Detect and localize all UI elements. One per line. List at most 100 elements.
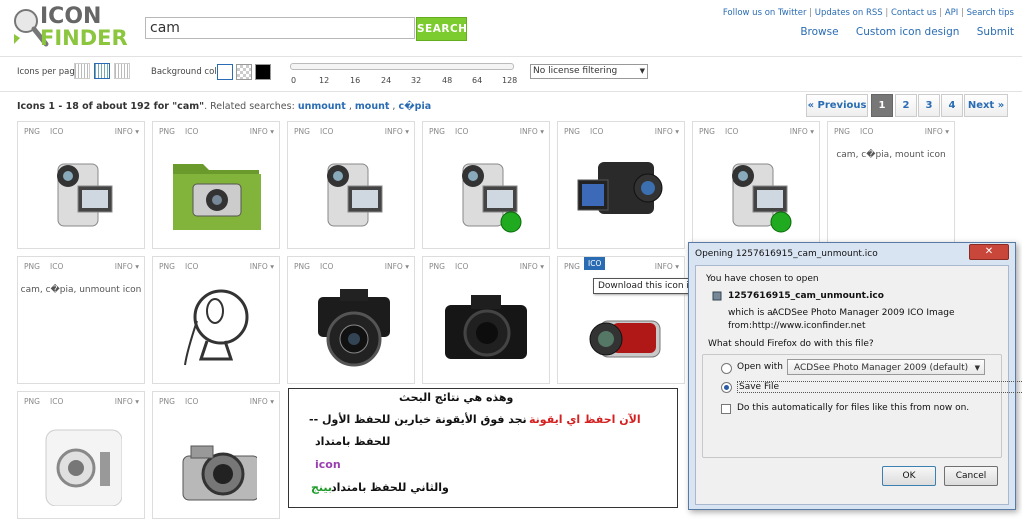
- pager-next[interactable]: Next »: [964, 94, 1008, 117]
- icon-tile[interactable]: PNG ICO INFO ▾: [152, 391, 280, 519]
- search-button[interactable]: SEARCH: [416, 17, 467, 41]
- info-dropdown[interactable]: INFO ▾: [115, 127, 139, 136]
- icon-tile[interactable]: PNG ICO INFO ▾: [287, 121, 415, 249]
- icon-tile[interactable]: PNG ICO INFO ▾ cam, c�pia, unmount icon: [17, 256, 145, 384]
- icon-tile[interactable]: PNG ICO INFO ▾: [17, 391, 145, 519]
- bg-white-swatch[interactable]: [217, 64, 233, 80]
- ico-download-link[interactable]: ICO: [185, 127, 198, 136]
- ico-download-link[interactable]: ICO: [50, 397, 63, 406]
- info-dropdown[interactable]: INFO ▾: [520, 262, 544, 271]
- grid-medium-button[interactable]: [94, 63, 110, 79]
- ico-download-link[interactable]: ICO: [50, 262, 63, 271]
- pager-page-1[interactable]: 1: [871, 94, 893, 117]
- nav-submit[interactable]: Submit: [977, 26, 1014, 38]
- pager-page-3[interactable]: 3: [918, 94, 940, 117]
- nav-browse[interactable]: Browse: [800, 26, 838, 38]
- png-download-link[interactable]: PNG: [294, 262, 310, 271]
- info-dropdown[interactable]: INFO ▾: [385, 127, 409, 136]
- auto-checkbox[interactable]: [721, 404, 731, 414]
- twitter-link[interactable]: Follow us on Twitter: [723, 8, 807, 18]
- size-slider[interactable]: [290, 63, 514, 70]
- icon-tile[interactable]: PNG ICO INFO ▾: [152, 256, 280, 384]
- png-download-link[interactable]: PNG: [294, 127, 310, 136]
- ico-download-link[interactable]: ICO: [185, 262, 198, 271]
- auto-label[interactable]: Do this automatically for files like thi…: [737, 403, 969, 413]
- ico-download-link[interactable]: ICO: [50, 127, 63, 136]
- png-download-link[interactable]: PNG: [159, 262, 175, 271]
- search-input[interactable]: [145, 17, 415, 39]
- api-link[interactable]: API: [945, 8, 958, 18]
- info-dropdown[interactable]: INFO ▾: [250, 262, 274, 271]
- nav-custom-icon-design[interactable]: Custom icon design: [856, 26, 960, 38]
- png-download-link[interactable]: PNG: [24, 262, 40, 271]
- icon-tile[interactable]: PNG ICO INFO ▾: [287, 256, 415, 384]
- dialog-option-group: Open with ACDSee Photo Manager 2009 (def…: [702, 354, 1022, 458]
- png-download-link[interactable]: PNG: [564, 262, 580, 271]
- icon-tile[interactable]: PNG ICO INFO ▾: [422, 121, 550, 249]
- bg-transparent-swatch[interactable]: [236, 64, 252, 80]
- annotation-line-5: والثاني للحفظ بامتداد: [331, 481, 449, 494]
- related-label: . Related searches:: [204, 101, 295, 112]
- info-dropdown[interactable]: INFO ▾: [250, 397, 274, 406]
- info-dropdown[interactable]: INFO ▾: [925, 127, 949, 136]
- pager-previous[interactable]: « Previous: [806, 94, 868, 117]
- cancel-button[interactable]: Cancel: [944, 466, 998, 486]
- pager-page-4[interactable]: 4: [941, 94, 963, 117]
- icon-tile[interactable]: PNG ICO INFO ▾: [17, 121, 145, 249]
- close-icon[interactable]: ✕: [969, 244, 1009, 260]
- contact-link[interactable]: Contact us: [891, 8, 937, 18]
- ico-download-link[interactable]: ICO: [185, 397, 198, 406]
- ico-download-link[interactable]: ICO: [320, 127, 333, 136]
- open-with-app-select[interactable]: ACDSee Photo Manager 2009 (default) ▼: [787, 359, 985, 375]
- info-dropdown[interactable]: INFO ▾: [115, 397, 139, 406]
- png-download-link[interactable]: PNG: [834, 127, 850, 136]
- png-download-link[interactable]: PNG: [24, 397, 40, 406]
- info-dropdown[interactable]: INFO ▾: [385, 262, 409, 271]
- iconfinder-logo[interactable]: ICON FINDER: [10, 4, 130, 52]
- info-dropdown[interactable]: INFO ▾: [115, 262, 139, 271]
- png-download-link[interactable]: PNG: [429, 262, 445, 271]
- save-file-label[interactable]: Save File: [737, 381, 1022, 393]
- icon-alt-text: cam, c�pia, unmount icon: [20, 285, 142, 295]
- ico-download-link[interactable]: ICO: [320, 262, 333, 271]
- annotation-box: وهذه هي نتائج البحث الآن احفظ اي ايقونة …: [288, 388, 678, 508]
- ico-download-link[interactable]: ICO: [860, 127, 873, 136]
- png-download-link[interactable]: PNG: [159, 397, 175, 406]
- related-search-unmount[interactable]: unmount: [298, 101, 346, 112]
- ico-download-link[interactable]: ICO: [584, 257, 606, 270]
- license-filter-select[interactable]: No license filtering ▼: [530, 64, 648, 79]
- open-with-label[interactable]: Open with: [737, 362, 783, 372]
- png-download-link[interactable]: PNG: [159, 127, 175, 136]
- png-download-link[interactable]: PNG: [429, 127, 445, 136]
- icon-tile[interactable]: PNG ICO INFO ▾: [557, 256, 685, 384]
- related-search-mount[interactable]: mount: [355, 101, 390, 112]
- info-dropdown[interactable]: INFO ▾: [655, 127, 679, 136]
- png-download-link[interactable]: PNG: [24, 127, 40, 136]
- ok-button[interactable]: OK: [882, 466, 936, 486]
- icon-tile[interactable]: PNG ICO INFO ▾: [692, 121, 820, 249]
- ico-download-link[interactable]: ICO: [590, 127, 603, 136]
- open-with-radio[interactable]: [721, 363, 732, 374]
- info-dropdown[interactable]: INFO ▾: [655, 262, 679, 271]
- grid-large-button[interactable]: [114, 63, 130, 79]
- rss-link[interactable]: Updates on RSS: [815, 8, 883, 18]
- info-dropdown[interactable]: INFO ▾: [790, 127, 814, 136]
- ico-download-link[interactable]: ICO: [455, 127, 468, 136]
- related-search-copia[interactable]: c�pia: [398, 101, 431, 112]
- ico-download-link[interactable]: ICO: [455, 262, 468, 271]
- png-download-link[interactable]: PNG: [699, 127, 715, 136]
- info-dropdown[interactable]: INFO ▾: [250, 127, 274, 136]
- bg-black-swatch[interactable]: [255, 64, 271, 80]
- icon-tile[interactable]: PNG ICO INFO ▾: [557, 121, 685, 249]
- license-filter-value: No license filtering: [533, 66, 618, 76]
- png-download-link[interactable]: PNG: [564, 127, 580, 136]
- info-dropdown[interactable]: INFO ▾: [520, 127, 544, 136]
- icon-tile[interactable]: PNG ICO INFO ▾ cam, c�pia, mount icon: [827, 121, 955, 249]
- save-file-radio[interactable]: [721, 382, 732, 393]
- icon-tile[interactable]: PNG ICO INFO ▾: [152, 121, 280, 249]
- ico-download-link[interactable]: ICO: [725, 127, 738, 136]
- icon-tile[interactable]: PNG ICO INFO ▾: [422, 256, 550, 384]
- search-tips-link[interactable]: Search tips: [967, 8, 1014, 18]
- pager-page-2[interactable]: 2: [895, 94, 917, 117]
- grid-small-button[interactable]: [74, 63, 90, 79]
